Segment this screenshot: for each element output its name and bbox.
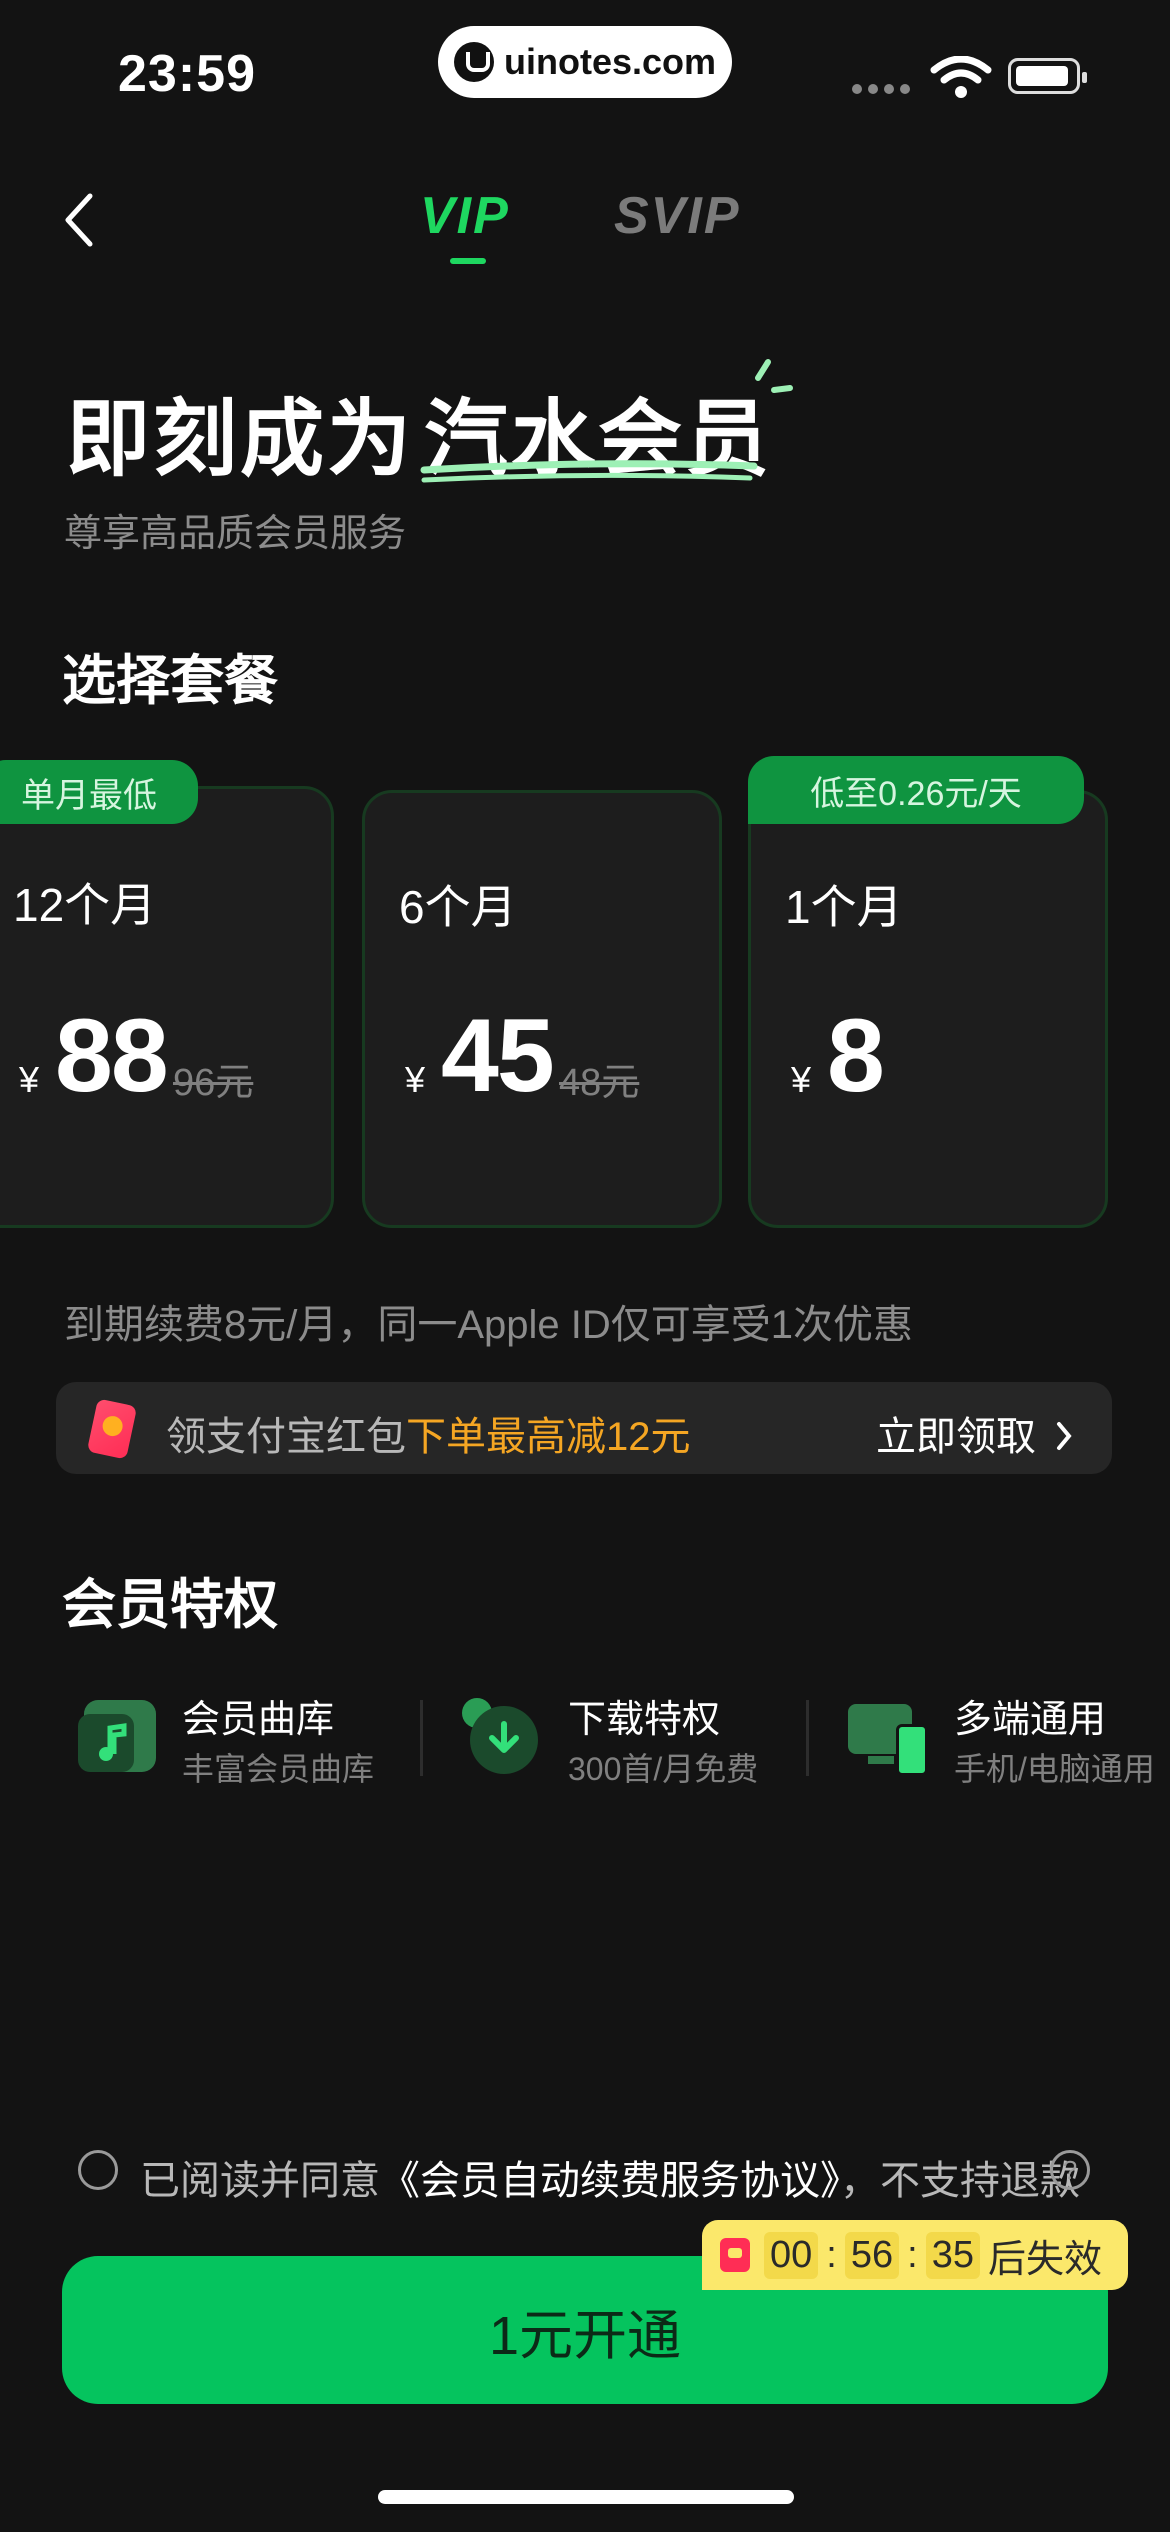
plan-card-12m[interactable]: 12个月 ¥ 88 96元 <box>0 786 334 1228</box>
help-icon[interactable]: ? <box>1050 2150 1090 2190</box>
site-badge: uinotes.com <box>438 26 732 98</box>
status-time: 23:59 <box>118 45 256 103</box>
plan-name: 6个月 <box>399 881 517 933</box>
plan-name: 12个月 <box>13 879 157 931</box>
perk-sub: 丰富会员曲库 <box>182 1751 375 1787</box>
plan-original-price: 96元 <box>173 1062 254 1104</box>
back-chevron-icon[interactable] <box>60 190 100 250</box>
sparkle-icon <box>755 359 793 393</box>
hero-title: 即刻成为 <box>66 392 415 486</box>
tab-svip[interactable]: SVIP <box>614 186 741 246</box>
plan-card-6m[interactable]: 6个月 ¥ 45 48元 <box>362 790 722 1228</box>
site-name: uinotes.com <box>503 41 717 82</box>
multi-device-icon <box>848 1700 928 1776</box>
agreement-text: 已阅读并同意《会员自动续费服务协议》，不支持退款 <box>140 2148 1080 2206</box>
plan-price: 8 <box>827 998 885 1114</box>
promo-claim-link[interactable]: 立即领取 <box>876 1404 1075 1462</box>
countdown-minutes: 56 <box>844 2231 900 2279</box>
agreement-prefix: 已阅读并同意 <box>140 2159 380 2203</box>
perk-title: 下载特权 <box>568 1699 721 1741</box>
perk-title: 会员曲库 <box>182 1699 335 1741</box>
music-library-icon <box>78 1700 156 1772</box>
currency-symbol: ¥ <box>19 1059 40 1100</box>
perk-title: 多端通用 <box>954 1699 1107 1741</box>
download-icon <box>462 1698 538 1774</box>
promo-highlight: 下单最高减12元 <box>406 1415 691 1459</box>
plan-price: 45 <box>441 998 555 1114</box>
battery-icon <box>1008 58 1087 94</box>
gift-icon <box>720 2238 750 2272</box>
countdown-hours: 00 <box>764 2231 819 2279</box>
plan-original-price: 48元 <box>559 1062 640 1104</box>
countdown-separator: : <box>907 2233 918 2276</box>
countdown-separator: : <box>826 2233 837 2276</box>
tab-vip[interactable]: VIP <box>420 186 510 246</box>
plan-name: 1个月 <box>785 881 903 933</box>
alipay-promo-banner[interactable]: 领支付宝红包下单最高减12元 立即领取 <box>56 1382 1112 1474</box>
home-indicator[interactable] <box>378 2490 794 2504</box>
hero-subtitle: 尊享高品质会员服务 <box>64 513 407 555</box>
agreement-link[interactable]: 《会员自动续费服务协议》 <box>380 2159 840 2203</box>
chevron-right-icon <box>1057 1422 1072 1450</box>
plan-tag-daily: 低至0.26元/天 <box>748 756 1084 824</box>
agreement-checkbox[interactable] <box>78 2150 118 2190</box>
currency-symbol: ¥ <box>405 1059 426 1100</box>
promo-cta-label: 立即领取 <box>876 1415 1036 1459</box>
perks-title: 会员特权 <box>62 1575 278 1635</box>
perk-divider <box>420 1700 423 1776</box>
plan-price: 88 <box>55 998 169 1114</box>
currency-symbol: ¥ <box>791 1059 812 1100</box>
agreement-suffix: ，不支持退款 <box>840 2159 1080 2203</box>
plan-card-1m[interactable]: 1个月 ¥ 8 <box>748 790 1108 1228</box>
uinotes-logo-icon <box>453 42 494 82</box>
accent-underline-icon <box>420 460 758 483</box>
perk-divider <box>806 1700 809 1776</box>
renew-note: 到期续费8元/月，同一Apple ID仅可享受1次优惠 <box>64 1303 914 1347</box>
wifi-icon <box>930 56 992 98</box>
countdown-seconds: 35 <box>925 2231 980 2279</box>
promo-text: 领支付宝红包 <box>166 1415 406 1459</box>
signal-icon <box>852 84 910 94</box>
plan-tag-lowest: 单月最低 <box>0 760 198 824</box>
countdown-badge: 00 : 56 : 35 后失效 <box>702 2220 1128 2290</box>
tab-active-indicator <box>450 258 486 264</box>
perk-sub: 300首/月免费 <box>568 1751 759 1787</box>
plans-title: 选择套餐 <box>62 651 278 711</box>
countdown-suffix: 后失效 <box>987 2238 1102 2281</box>
red-packet-icon <box>86 1398 138 1460</box>
perk-sub: 手机/电脑通用 <box>954 1751 1155 1787</box>
